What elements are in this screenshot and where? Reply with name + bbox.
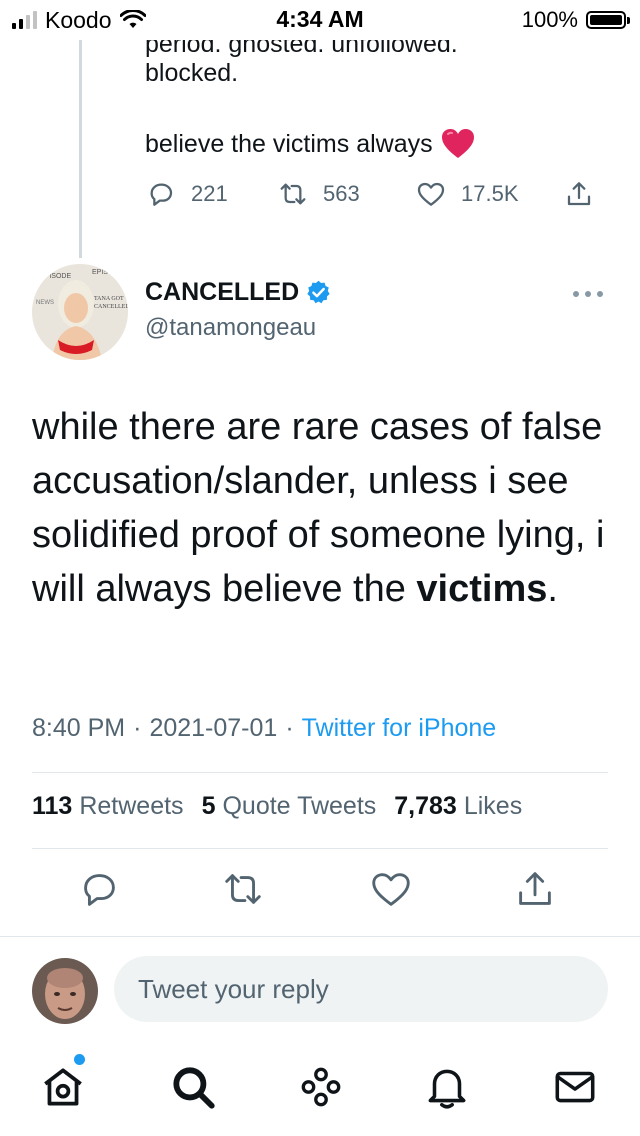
verified-badge-icon [307, 280, 330, 304]
current-user-avatar[interactable] [32, 958, 98, 1024]
divider [32, 848, 608, 849]
more-icon[interactable] [570, 284, 606, 304]
previous-tweet-text: blocked. [145, 59, 239, 87]
tab-notifications[interactable] [422, 1062, 472, 1112]
share-button[interactable] [512, 866, 558, 912]
red-heart-emoji [441, 129, 474, 158]
previous-tweet-actions: 221 563 17.5K [145, 174, 595, 214]
author-avatar[interactable]: EPISODE EPISODE TANA GOT CANCELLED NEWS [32, 264, 128, 360]
divider [32, 772, 608, 773]
reply-input[interactable] [114, 956, 608, 1022]
like-button[interactable] [368, 866, 414, 912]
reply-button[interactable] [76, 866, 122, 912]
heart-icon [372, 873, 410, 906]
retweets-count: 113 [32, 792, 73, 820]
retweets-label: Retweets [79, 792, 184, 820]
tweet-text-end: . [547, 568, 558, 610]
previous-like-button[interactable]: 17.5K [415, 178, 563, 210]
previous-retweet-button[interactable]: 563 [277, 178, 415, 210]
tweet-meta: 8:40 PM · 2021-07-01 · Twitter for iPhon… [32, 714, 496, 743]
tab-messages[interactable] [550, 1062, 600, 1112]
author-name-row[interactable]: CANCELLED [145, 278, 332, 307]
retweet-icon [225, 874, 261, 904]
bottom-tab-bar [0, 1040, 640, 1136]
previous-tweet-line: believe the victims always [145, 130, 433, 158]
quote-tweets-stat[interactable]: 5 Quote Tweets [202, 792, 377, 821]
svg-text:EPISODE: EPISODE [92, 269, 123, 276]
tweet-text: while there are rare cases of false accu… [32, 400, 622, 616]
spaces-icon [301, 1067, 341, 1107]
svg-text:CANCELLED: CANCELLED [94, 304, 128, 310]
likes-label: Likes [463, 792, 523, 820]
tweet-time: 8:40 PM [32, 714, 126, 742]
tweet-source-link[interactable]: Twitter for iPhone [302, 714, 497, 743]
quote-tweets-count: 5 [201, 792, 216, 820]
tab-spaces[interactable] [296, 1062, 346, 1112]
tweet-stats: 113 Retweets 5 Quote Tweets 7,783 Likes [32, 792, 522, 821]
tweet-text-bold: victims [416, 568, 548, 610]
tab-search[interactable] [168, 1062, 218, 1112]
retweet-icon [280, 183, 306, 205]
section-divider [0, 936, 640, 937]
mail-icon [555, 1071, 595, 1103]
previous-share-button[interactable] [563, 178, 595, 210]
tab-home[interactable] [38, 1062, 88, 1112]
battery-icon [586, 11, 630, 29]
author-handle[interactable]: @tanamongeau [145, 314, 316, 342]
reply-icon [150, 183, 173, 206]
previous-retweet-count: 563 [323, 181, 360, 206]
previous-tweet-text-2: believe the victims always [145, 128, 475, 160]
share-icon [567, 182, 591, 206]
previous-reply-button[interactable]: 221 [145, 178, 277, 210]
meta-separator: · [133, 714, 142, 742]
retweets-stat[interactable]: 113 Retweets [32, 792, 184, 821]
author-display-name[interactable]: CANCELLED [145, 278, 299, 307]
svg-text:NEWS: NEWS [36, 300, 54, 306]
share-icon [519, 872, 551, 905]
home-notification-dot [74, 1054, 85, 1065]
quote-tweets-label: Quote Tweets [222, 792, 377, 820]
home-icon [44, 1068, 82, 1106]
battery-percent: 100% [521, 7, 578, 32]
search-icon [173, 1067, 215, 1109]
likes-count: 7,783 [394, 792, 457, 820]
battery-status: 100% [521, 6, 630, 34]
tweet-date: 2021-07-01 [149, 714, 278, 742]
thread-line [79, 36, 82, 258]
tweet-actions [32, 866, 608, 918]
previous-like-count: 17.5K [461, 181, 519, 206]
meta-separator: · [285, 714, 294, 742]
heart-icon [417, 182, 445, 206]
bell-icon [428, 1069, 466, 1109]
likes-stat[interactable]: 7,783 Likes [394, 792, 522, 821]
svg-text:EPISODE: EPISODE [40, 273, 71, 280]
previous-reply-count: 221 [191, 181, 228, 206]
status-bar: Koodo 4:34 AM 100% [0, 0, 640, 40]
svg-text:TANA GOT: TANA GOT [94, 296, 124, 302]
retweet-button[interactable] [220, 866, 266, 912]
reply-icon [84, 874, 115, 906]
